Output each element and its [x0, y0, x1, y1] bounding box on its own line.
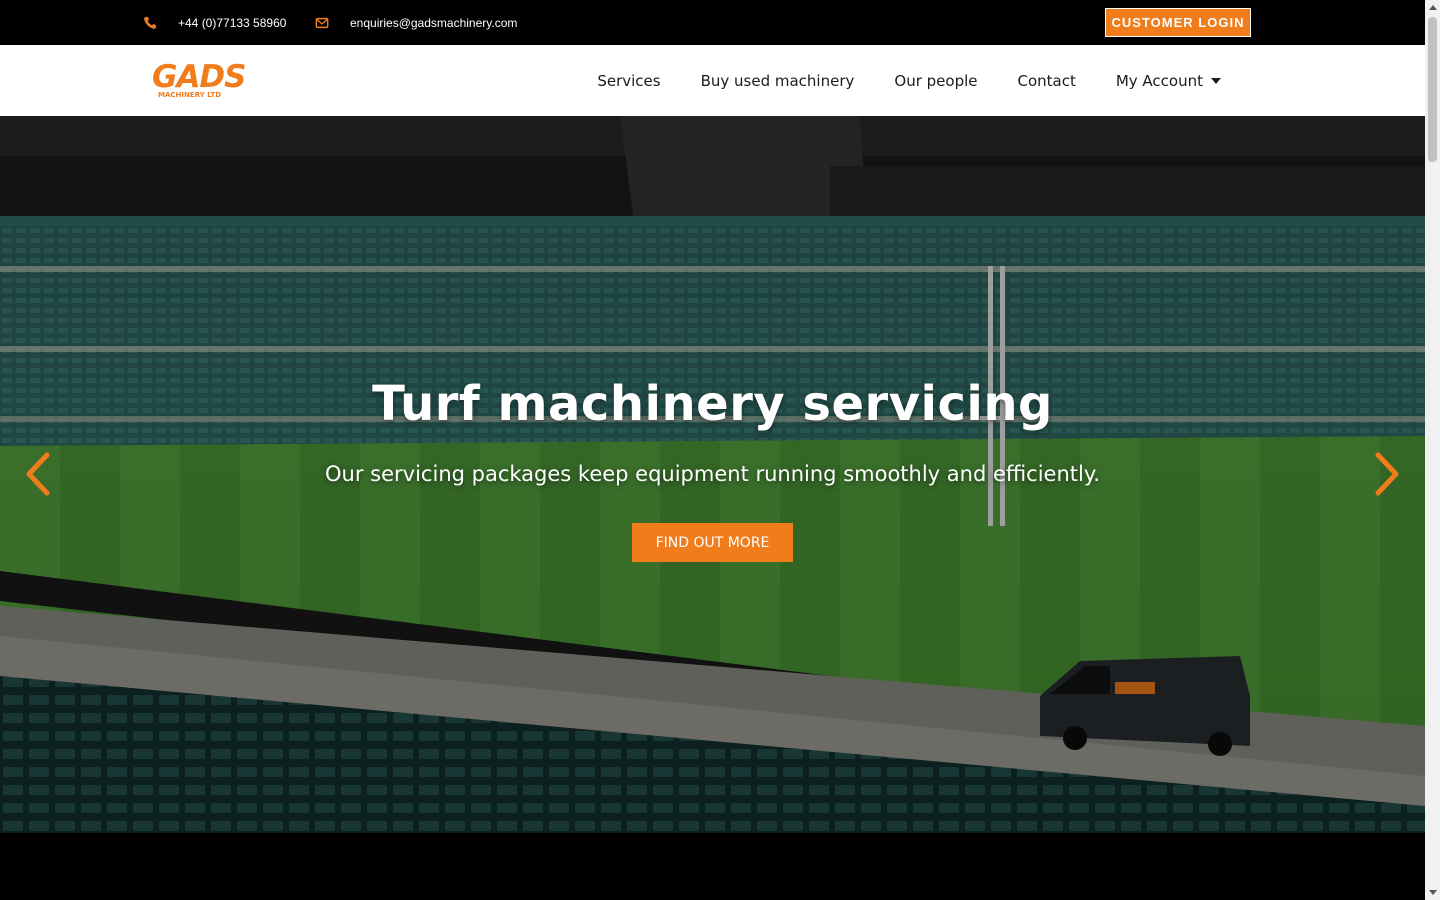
next-section [0, 833, 1425, 900]
hero-title: Turf machinery servicing [372, 376, 1053, 432]
logo-subtext: MACHINERY LTD [158, 91, 221, 99]
scrollbar-thumb[interactable] [1428, 17, 1437, 162]
phone-contact[interactable]: +44 (0)77133 58960 [143, 0, 286, 45]
site-header: GADS MACHINERY LTD Services Buy used mac… [0, 45, 1425, 116]
scroll-down-icon[interactable] [1429, 890, 1437, 895]
caret-down-icon [1211, 77, 1221, 84]
gads-logo[interactable]: GADS MACHINERY LTD [152, 59, 276, 99]
email-address: enquiries@gadsmachinery.com [350, 15, 518, 30]
top-bar: +44 (0)77133 58960 enquiries@gadsmachine… [0, 0, 1425, 45]
nav-contact[interactable]: Contact [1017, 72, 1075, 90]
scroll-up-icon[interactable] [1429, 5, 1437, 10]
phone-number: +44 (0)77133 58960 [178, 15, 287, 30]
find-out-more-button[interactable]: FIND OUT MORE [632, 523, 793, 562]
hero-subtitle: Our servicing packages keep equipment ru… [325, 462, 1100, 486]
main-nav: Services Buy used machinery Our people C… [557, 45, 1221, 116]
nav-account-label: My Account [1115, 71, 1203, 90]
nav-my-account[interactable]: My Account [1116, 72, 1221, 90]
page-scrollbar[interactable] [1425, 0, 1440, 900]
nav-people-label: Our people [894, 71, 978, 90]
email-contact[interactable]: enquiries@gadsmachinery.com [315, 0, 517, 45]
hero-slider: Turf machinery servicing Our servicing p… [0, 116, 1425, 833]
nav-buy-label: Buy used machinery [700, 71, 855, 90]
customer-login-button[interactable]: CUSTOMER LOGIN [1105, 8, 1251, 37]
nav-contact-label: Contact [1017, 71, 1076, 90]
nav-our-people[interactable]: Our people [894, 72, 977, 90]
nav-services-label: Services [597, 71, 661, 90]
nav-buy-used-machinery[interactable]: Buy used machinery [701, 72, 855, 90]
nav-services[interactable]: Services [597, 72, 660, 90]
logo-text: GADS [152, 59, 246, 95]
page: +44 (0)77133 58960 enquiries@gadsmachine… [0, 0, 1425, 900]
phone-icon [144, 16, 157, 29]
envelope-icon [315, 17, 329, 28]
